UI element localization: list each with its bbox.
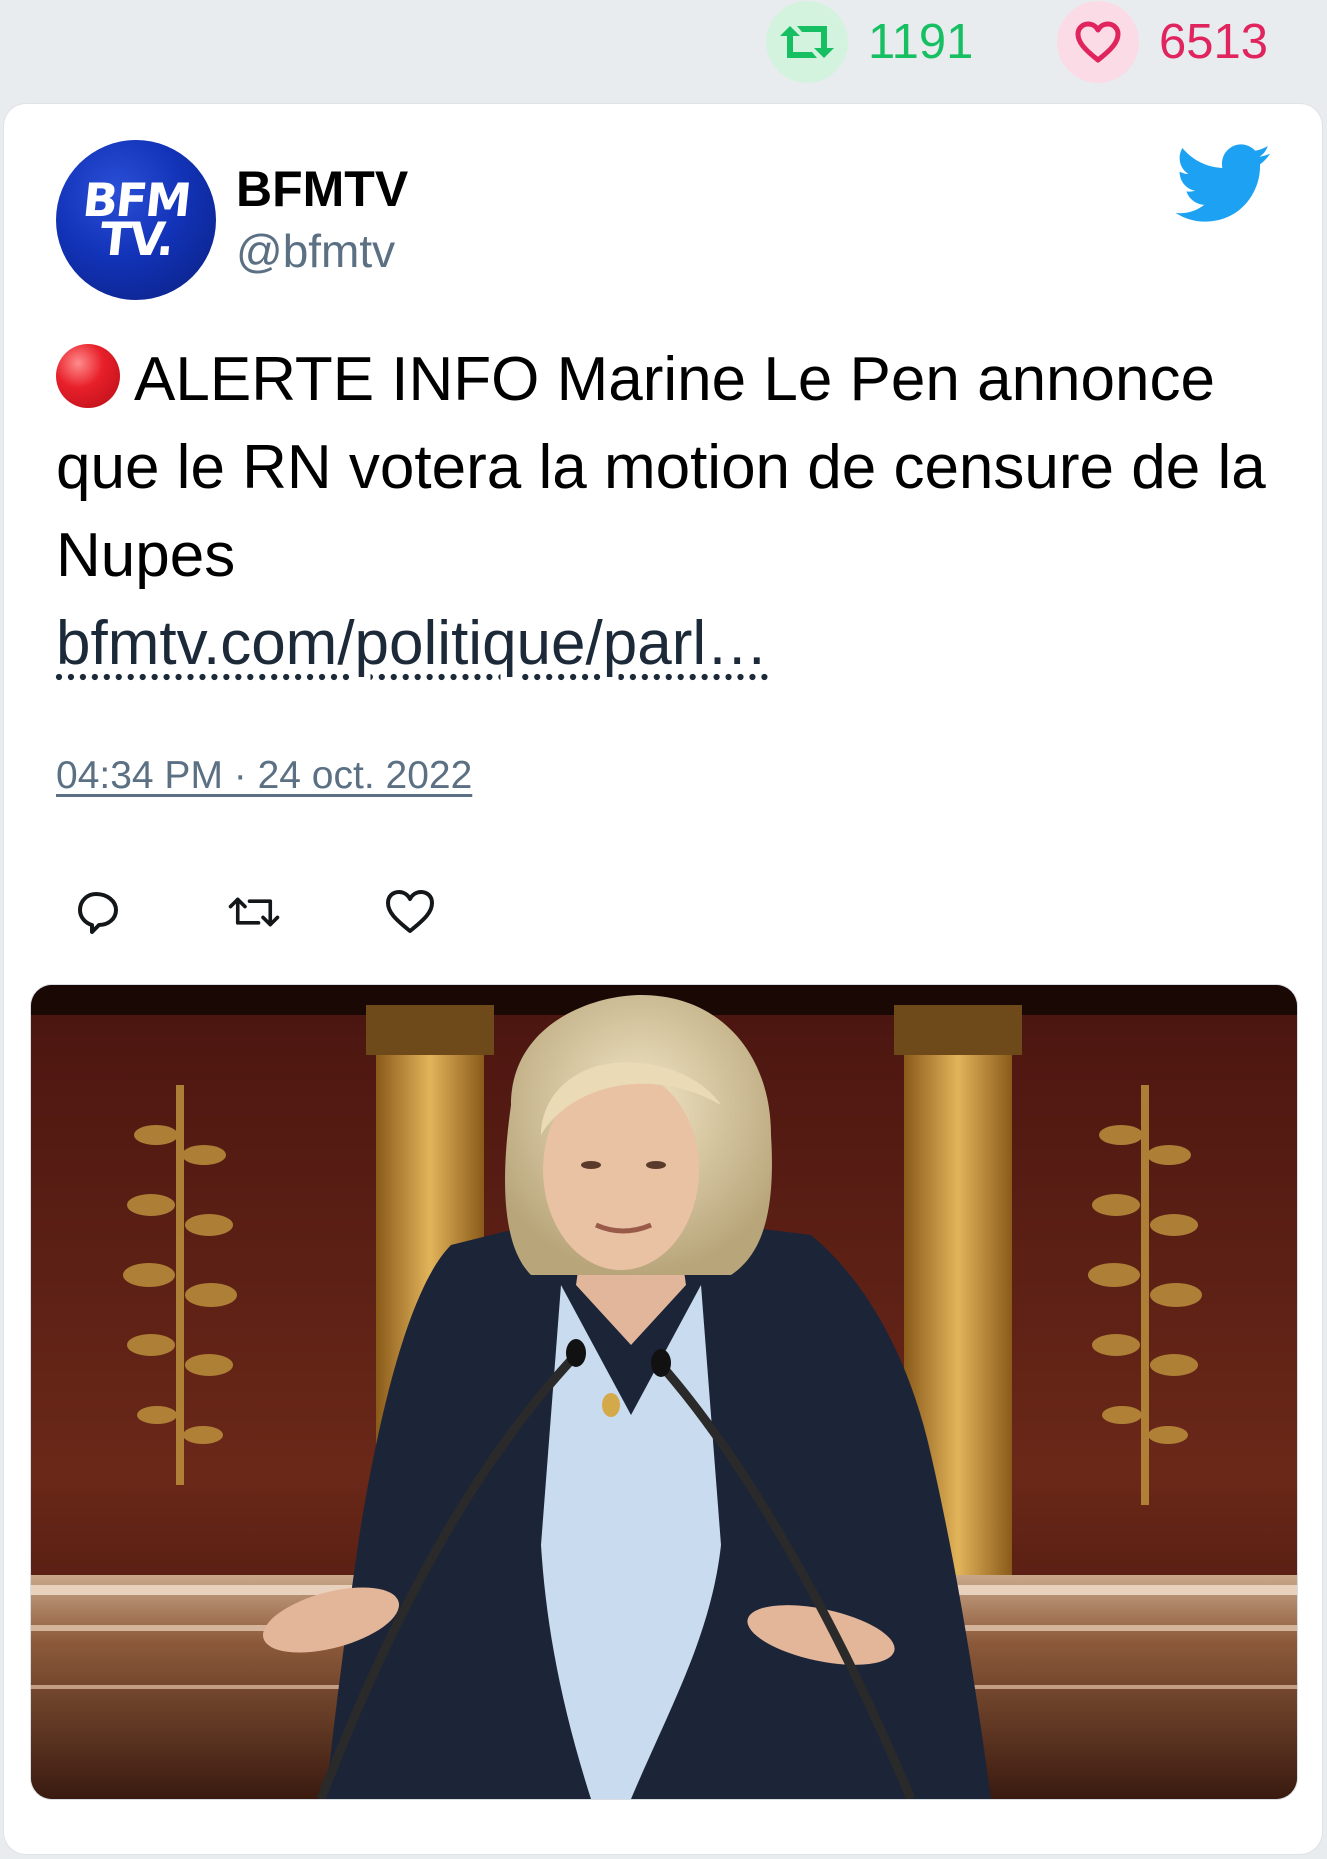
- red-circle-icon: [56, 344, 120, 408]
- engagement-stats-bar: 1191 6513: [0, 0, 1327, 100]
- reply-button[interactable]: [70, 884, 126, 940]
- tweet-timestamp[interactable]: 04:34 PM · 24 oct. 2022: [56, 754, 472, 798]
- like-stat[interactable]: 6513: [1057, 1, 1269, 83]
- retweet-button[interactable]: [226, 884, 282, 940]
- tweet-text: ALERTE INFO Marine Le Pen annonce que le…: [56, 336, 1276, 688]
- tweet-card: BFM TV. BFMTV @bfmtv ALERTE INFO Marine …: [4, 104, 1322, 1854]
- tweet-actions: [70, 884, 438, 940]
- heart-icon: [1057, 1, 1139, 83]
- avatar[interactable]: BFM TV.: [56, 140, 216, 300]
- tweet-link[interactable]: bfmtv.com/politique/parl…: [56, 609, 768, 678]
- heart-icon: [386, 890, 434, 933]
- retweet-icon: [766, 1, 848, 83]
- retweet-count: 1191: [868, 15, 974, 69]
- tweet-media-image[interactable]: [30, 984, 1298, 1800]
- twitter-bird-icon[interactable]: [1176, 144, 1272, 224]
- tweet-body: ALERTE INFO Marine Le Pen annonce que le…: [56, 345, 1266, 590]
- author-handle[interactable]: @bfmtv: [236, 224, 395, 278]
- like-button[interactable]: [382, 884, 438, 940]
- avatar-logo-line2: TV.: [96, 212, 176, 266]
- author-name[interactable]: BFMTV: [236, 160, 408, 218]
- retweet-stat[interactable]: 1191: [766, 1, 974, 83]
- reply-icon: [78, 892, 118, 934]
- like-count: 6513: [1159, 15, 1269, 69]
- assembly-speaker-photo: [31, 985, 1297, 1799]
- retweet-icon: [228, 897, 280, 927]
